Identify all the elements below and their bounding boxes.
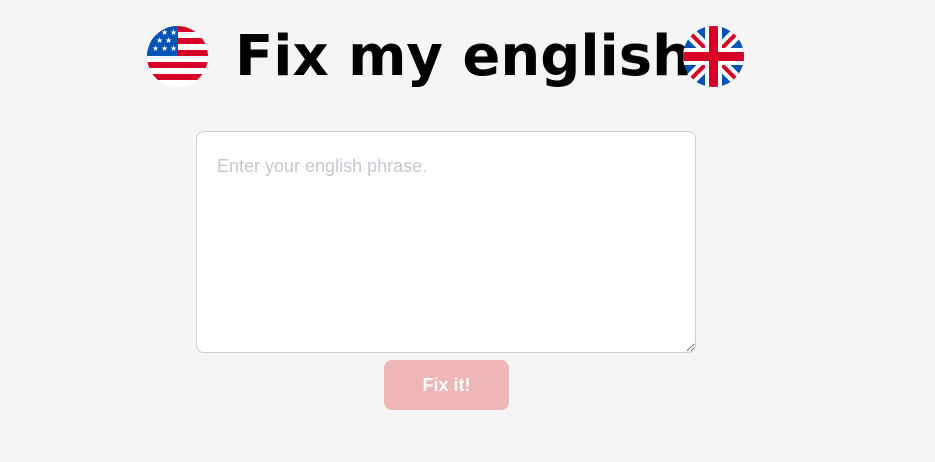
us-flag-icon: ★ ★ ★ ★ ★ ★ ★ ★ <box>147 26 208 87</box>
page-header: ★ ★ ★ ★ ★ ★ ★ ★ Fix my english <box>147 24 747 90</box>
svg-text:★: ★ <box>152 44 159 53</box>
phrase-input-container <box>196 131 696 353</box>
svg-text:★: ★ <box>170 44 177 53</box>
uk-flag-icon <box>683 26 744 87</box>
phrase-input[interactable] <box>196 131 696 353</box>
svg-text:★: ★ <box>161 44 168 53</box>
page-title: Fix my english <box>235 24 692 89</box>
fix-it-button[interactable]: Fix it! <box>384 360 509 410</box>
